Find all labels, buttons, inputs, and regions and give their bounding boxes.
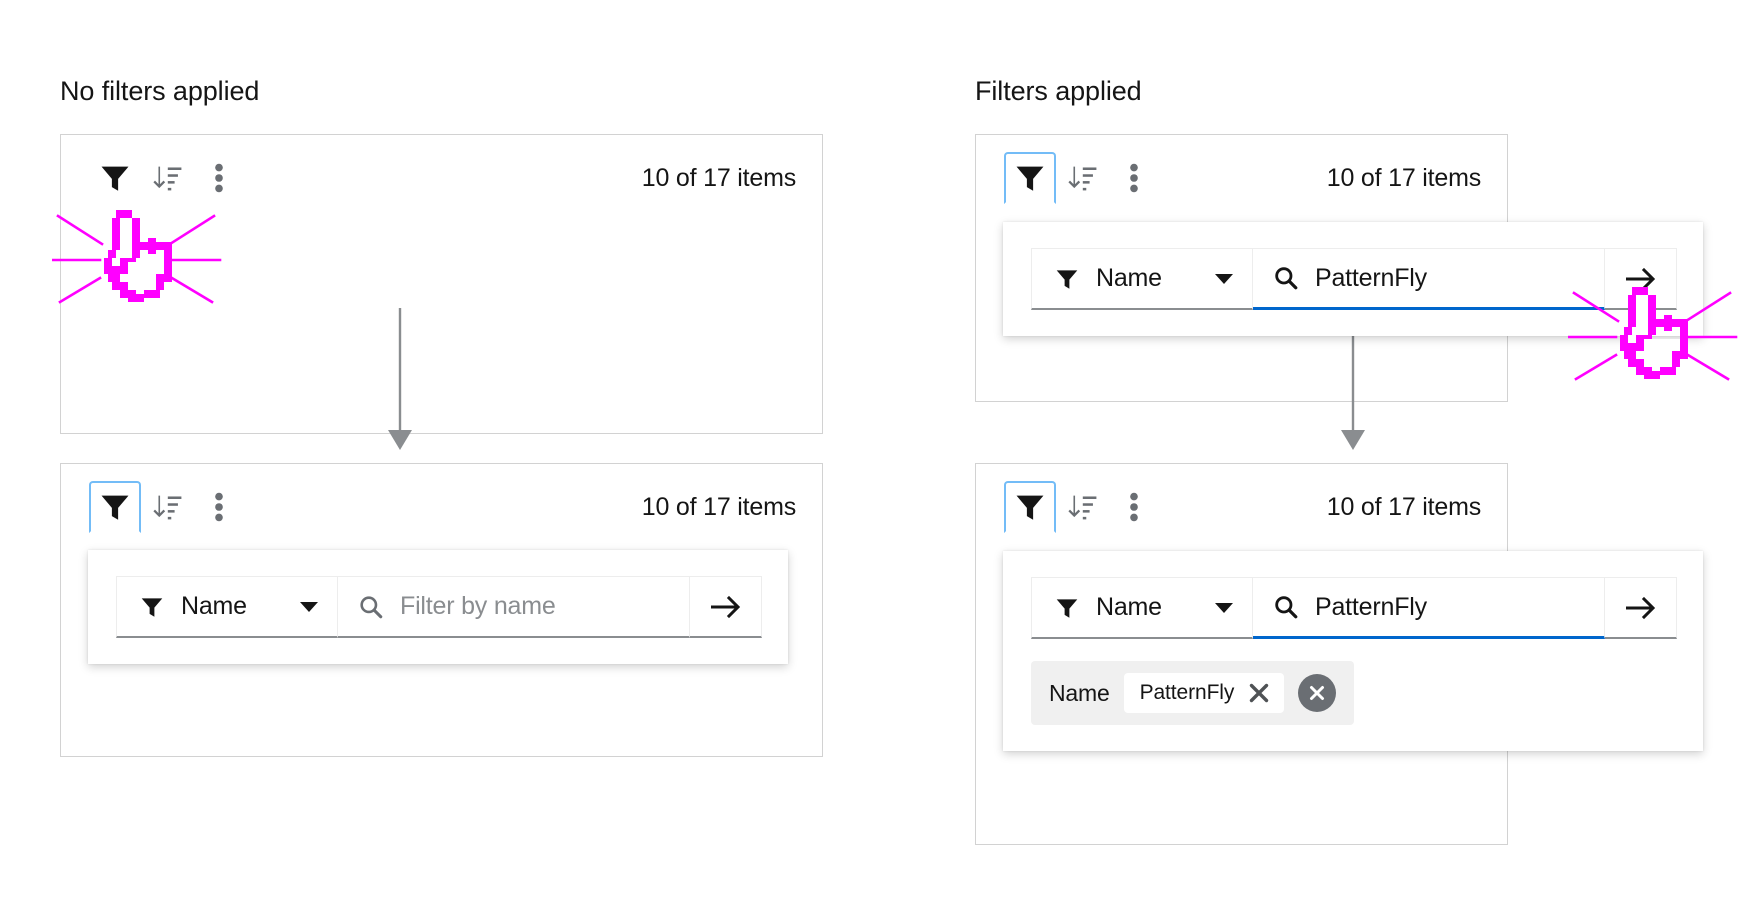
filter-input-group: Name PatternFly [1031,577,1677,639]
card-toolbar-no-filter-collapsed: 10 of 17 items [60,134,823,434]
search-icon [360,595,383,618]
filter-dropdown-panel-c: Name PatternFly [1003,222,1703,336]
caret-down-icon [300,601,318,612]
filter-category-value: Name [1096,264,1162,292]
filter-category-select[interactable]: Name [1031,577,1253,639]
ellipsis-vertical-icon [1130,492,1138,522]
apply-filter-button[interactable] [1605,577,1677,639]
figure-canvas: No filters applied Filters applied 10 of… [0,0,1760,918]
filter-toggle-button[interactable] [89,152,141,204]
filter-icon [101,495,129,520]
filter-icon [101,166,129,191]
apply-filter-button[interactable] [1605,248,1677,310]
arrow-right-icon [1625,596,1655,619]
filter-input-group: Name PatternFly [1031,248,1677,310]
chip-remove-button[interactable] [1248,682,1270,704]
sort-amount-down-icon [1068,495,1097,520]
arrow-right-icon [710,595,740,618]
toolbar: 10 of 17 items [61,135,822,221]
caret-down-icon [1215,273,1233,284]
toolbar-actions [89,481,245,533]
column-heading-filters-applied: Filters applied [975,76,1142,106]
filter-icon [141,597,163,617]
filter-dropdown-panel-b: Name Filter by name [88,550,788,664]
search-icon [1275,596,1298,619]
column-heading-no-filters: No filters applied [60,76,260,106]
sort-button[interactable] [1056,152,1108,204]
filter-category-select[interactable]: Name [1031,248,1253,310]
item-count-label: 10 of 17 items [641,163,796,192]
filter-input-group: Name Filter by name [116,576,762,638]
filter-icon [1056,269,1078,289]
sort-amount-down-icon [153,495,182,520]
apply-filter-button[interactable] [690,576,762,638]
more-actions-kebab-button[interactable] [1108,481,1160,533]
toolbar-actions [1004,152,1160,204]
filter-text-input[interactable]: Filter by name [338,576,690,638]
sort-button[interactable] [141,481,193,533]
caret-down-icon [1215,602,1233,613]
filter-toggle-button[interactable] [1004,152,1056,204]
filter-category-select[interactable]: Name [116,576,338,638]
search-icon [1275,267,1298,290]
toolbar: 10 of 17 items [976,464,1507,550]
times-circle-icon [1310,686,1325,700]
filter-icon [1056,598,1078,618]
toolbar: 10 of 17 items [976,135,1507,221]
item-count-label: 10 of 17 items [1326,163,1481,192]
ellipsis-vertical-icon [215,163,223,193]
filter-category-value: Name [1096,593,1162,621]
filter-text-value: PatternFly [1315,592,1427,621]
clear-all-filters-button[interactable] [1298,674,1337,712]
more-actions-kebab-button[interactable] [1108,152,1160,204]
more-actions-kebab-button[interactable] [193,481,245,533]
filter-text-input[interactable]: PatternFly [1253,577,1605,639]
chip-category-label: Name [1049,679,1110,706]
sort-button[interactable] [141,152,193,204]
toolbar-actions [89,152,245,204]
ellipsis-vertical-icon [1130,163,1138,193]
filter-toggle-button[interactable] [89,481,141,533]
sort-button[interactable] [1056,481,1108,533]
toolbar: 10 of 17 items [61,464,822,550]
sort-amount-down-icon [1068,166,1097,191]
sort-amount-down-icon [153,166,182,191]
filter-icon [1016,166,1044,191]
filter-toggle-button[interactable] [1004,481,1056,533]
applied-filter-chip-group: Name PatternFly [1031,661,1355,725]
item-count-label: 10 of 17 items [641,492,796,521]
chip-label: PatternFly [1139,681,1235,704]
filter-chip[interactable]: PatternFly [1123,673,1285,713]
filter-category-value: Name [181,592,247,620]
toolbar-actions [1004,481,1160,533]
filter-text-input[interactable]: PatternFly [1253,248,1605,310]
times-icon [1250,683,1269,703]
arrow-right-icon [1625,267,1655,290]
more-actions-kebab-button[interactable] [193,152,245,204]
ellipsis-vertical-icon [215,492,223,522]
filter-text-value: PatternFly [1315,263,1427,292]
filter-text-placeholder: Filter by name [400,592,556,620]
filter-icon [1016,495,1044,520]
item-count-label: 10 of 17 items [1326,492,1481,521]
filter-dropdown-panel-d: Name PatternFly Name PatternFly [1003,551,1703,751]
